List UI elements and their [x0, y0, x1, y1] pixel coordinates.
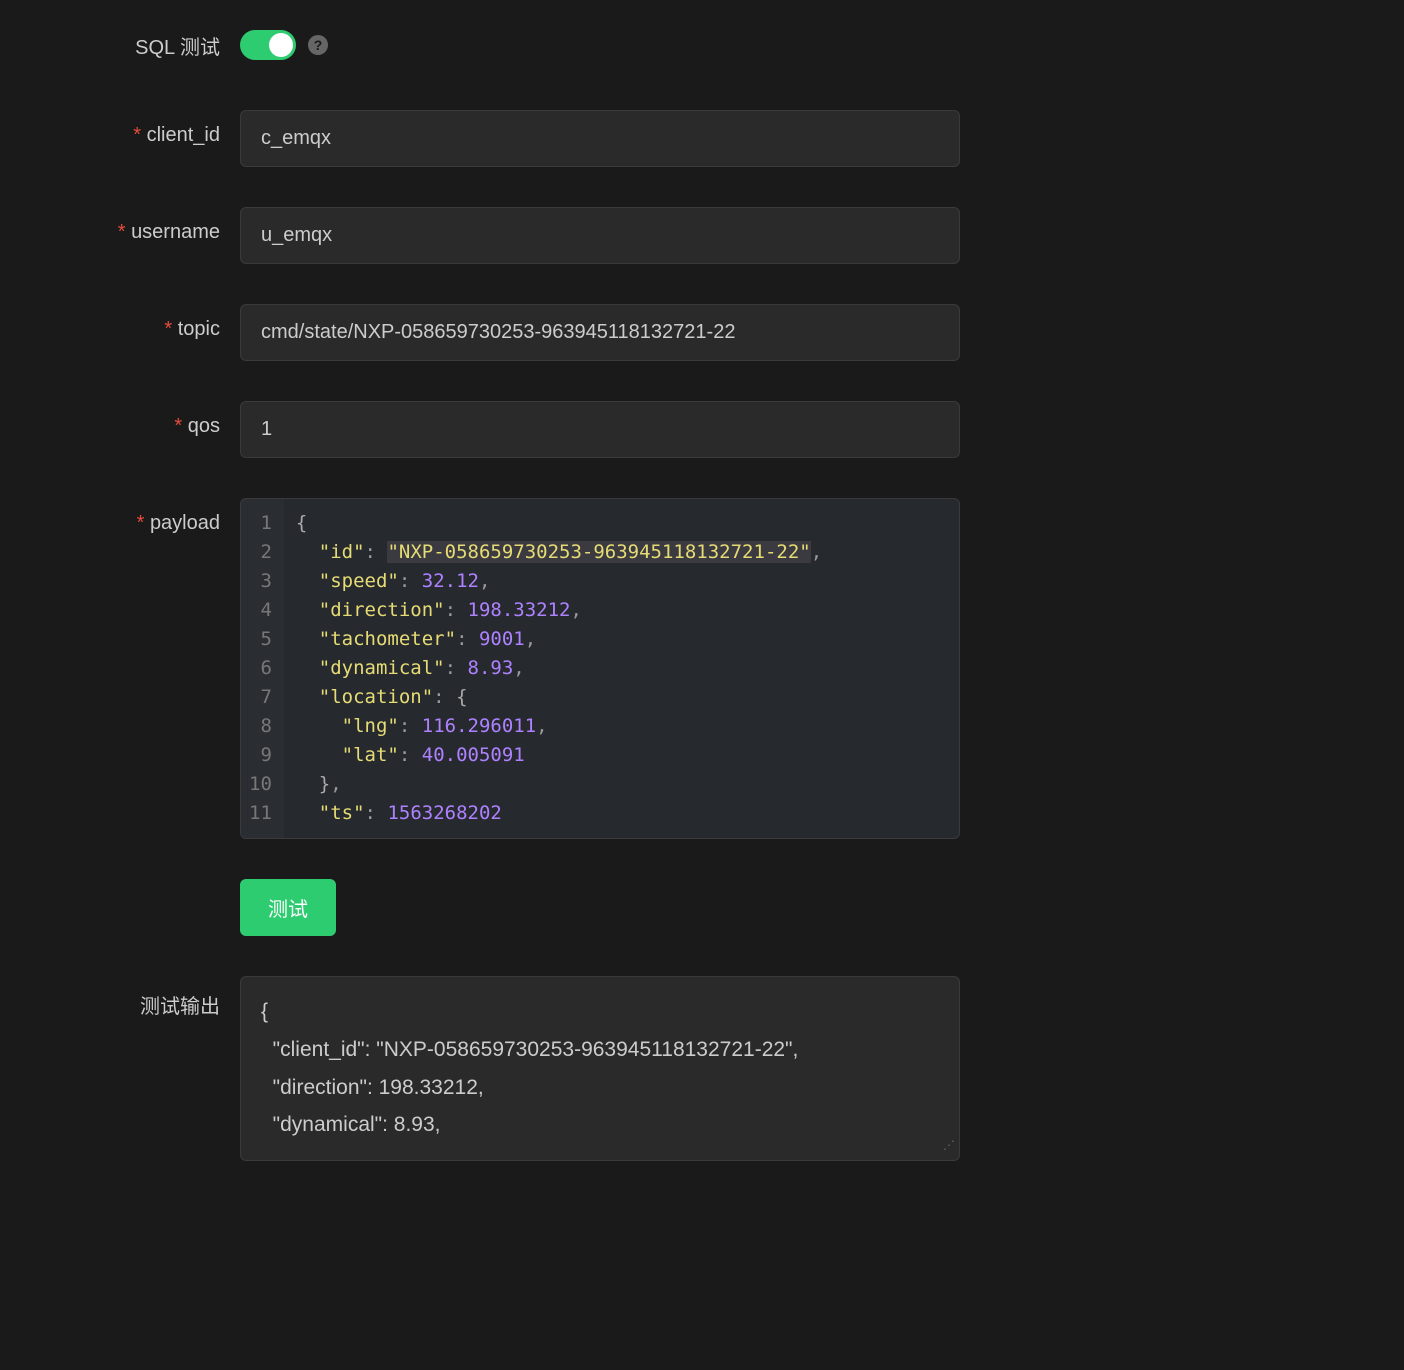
line-gutter: 1234567891011	[241, 499, 284, 838]
qos-label: qos	[60, 401, 240, 438]
username-label: username	[60, 207, 240, 244]
toggle-knob	[269, 33, 293, 57]
topic-input[interactable]	[240, 304, 960, 361]
qos-input[interactable]	[240, 401, 960, 458]
client-id-label: client_id	[60, 110, 240, 147]
output-row: 测试输出 { "client_id": "NXP-058659730253-96…	[60, 976, 1344, 1161]
payload-editor[interactable]: 1234567891011 { "id": "NXP-058659730253-…	[240, 498, 960, 839]
resize-handle-icon[interactable]: ⋰	[943, 1135, 955, 1157]
topic-row: topic	[60, 304, 1344, 361]
qos-row: qos	[60, 401, 1344, 458]
help-icon[interactable]: ?	[308, 35, 328, 55]
payload-row: payload 1234567891011 { "id": "NXP-05865…	[60, 498, 1344, 839]
sql-test-row: SQL 测试 ?	[60, 30, 1344, 60]
username-row: username	[60, 207, 1344, 264]
sql-test-label: SQL 测试	[60, 31, 240, 60]
client-id-row: client_id	[60, 110, 1344, 167]
test-button-row: 测试	[60, 879, 1344, 936]
sql-test-toggle[interactable]	[240, 30, 296, 60]
client-id-input[interactable]	[240, 110, 960, 167]
test-output[interactable]: { "client_id": "NXP-058659730253-9639451…	[240, 976, 960, 1161]
output-label: 测试输出	[60, 976, 240, 1019]
test-button[interactable]: 测试	[240, 879, 336, 936]
topic-label: topic	[60, 304, 240, 341]
payload-code[interactable]: { "id": "NXP-058659730253-96394511813272…	[284, 499, 959, 838]
username-input[interactable]	[240, 207, 960, 264]
payload-label: payload	[60, 498, 240, 535]
